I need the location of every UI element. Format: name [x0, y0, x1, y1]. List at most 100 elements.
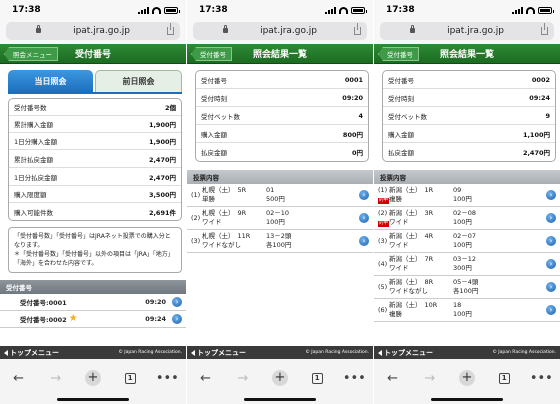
bet-row[interactable]: (4) 新潟（土） 7R ワイド 03－12 300円 ›	[374, 253, 560, 276]
bet-combination: 09	[453, 186, 462, 194]
summary-box: 受付番号数 2個 累計購入金額 1,900円 1日分購入金額 1,900円 累計払戻金…	[8, 98, 182, 221]
bet-row[interactable]: (5) 新潟（土） 8R ワイドながし 05－4頭 各100円 ›	[374, 276, 560, 299]
bet-index: (1)	[191, 190, 201, 199]
battery-icon	[351, 6, 367, 14]
status-icons	[325, 6, 367, 14]
tabs-button[interactable]: 1	[308, 369, 326, 387]
chevron-right-icon[interactable]: ›	[546, 305, 556, 315]
new-tab-button[interactable]: +	[458, 369, 476, 387]
bet-race-line: 新潟（土） 7R	[389, 255, 453, 264]
back-arrow-icon[interactable]: ←	[384, 369, 402, 387]
tab-count: 1	[498, 372, 510, 384]
bet-race-line: 札幌（土） 11R	[202, 232, 266, 241]
chevron-right-icon[interactable]: ›	[546, 259, 556, 269]
summary-value: 2,470円	[148, 173, 176, 182]
back-arrow-icon[interactable]: ←	[197, 369, 215, 387]
top-menu-link[interactable]: トップメニュー	[191, 348, 246, 358]
chevron-right-icon[interactable]: ›	[546, 190, 556, 200]
share-icon[interactable]	[167, 23, 174, 35]
address-bar[interactable]: ipat.jra.go.jp	[193, 22, 367, 40]
summary-row: 受付番号数 2個	[9, 99, 181, 116]
chevron-right-icon[interactable]: ›	[359, 236, 369, 246]
bet-row[interactable]: (2) 札幌（土） 9R ワイド 02－10 100円 ›	[187, 207, 373, 230]
chevron-right-icon[interactable]: ›	[172, 314, 182, 324]
summary-label: 購入金額	[201, 130, 227, 139]
receipt-row[interactable]: 受付番号:0001 09:20 ›	[0, 294, 186, 311]
summary-row: 受付時刻 09:24	[383, 89, 555, 107]
forward-arrow-icon[interactable]: →	[421, 369, 439, 387]
tabs-button[interactable]: 1	[121, 369, 139, 387]
browser-toolbar: ← → + 1 •••	[187, 359, 373, 404]
chevron-right-icon[interactable]: ›	[546, 282, 556, 292]
back-triangle-icon	[191, 349, 195, 356]
footer-bar: トップメニュー © Japan Racing Association.	[0, 346, 186, 359]
summary-label: 累計払戻金額	[14, 155, 53, 164]
summary-value: 2,691件	[148, 208, 176, 217]
top-menu-label: トップメニュー	[384, 348, 433, 357]
tabs-button[interactable]: 1	[495, 369, 513, 387]
bet-row[interactable]: (1) 的中 新潟（土） 1R 複勝 09 100円 ›	[374, 184, 560, 207]
bet-type: ワイド	[389, 218, 409, 226]
top-menu-link[interactable]: トップメニュー	[378, 348, 433, 358]
summary-row: 払戻金額 2,470円	[383, 143, 555, 161]
bet-race-line: 新潟（土） 3R	[389, 209, 453, 218]
top-menu-label: トップメニュー	[197, 348, 246, 357]
share-icon[interactable]	[541, 23, 548, 35]
more-icon[interactable]: •••	[530, 369, 553, 387]
bet-row[interactable]: (3) 新潟（土） 4R ワイド 02－07 100円 ›	[374, 230, 560, 253]
more-icon[interactable]: •••	[156, 369, 179, 387]
chevron-right-icon[interactable]: ›	[546, 213, 556, 223]
note-box: 「受付番号数」「受付番号」はJRAネット投票での購入分となります。 ＊「受付番号…	[8, 227, 182, 273]
summary-row: 受付ベット数 9	[383, 107, 555, 125]
bet-index: (4)	[378, 259, 388, 268]
bet-amount: 100円	[453, 310, 472, 318]
new-tab-button[interactable]: +	[84, 369, 102, 387]
bet-pick: 05－4頭 各100円	[453, 278, 544, 296]
footer-bar: トップメニュー © Japan Racing Association.	[374, 346, 560, 359]
back-button[interactable]: 受付番号	[378, 47, 419, 61]
bet-row[interactable]: (6) 新潟（土） 10R 複勝 18 100円 ›	[374, 299, 560, 322]
tab-previous-day[interactable]: 前日照会	[95, 70, 182, 92]
bet-race-number: 8R	[424, 278, 434, 286]
new-tab-button[interactable]: +	[271, 369, 289, 387]
chevron-right-icon[interactable]: ›	[546, 236, 556, 246]
summary-row: 受付時刻 09:20	[196, 89, 368, 107]
share-icon[interactable]	[354, 23, 361, 35]
receipt-row[interactable]: 受付番号:0002 ★ 09:24 ›	[0, 311, 186, 328]
forward-arrow-icon[interactable]: →	[47, 369, 65, 387]
summary-label: 1日分購入金額	[14, 138, 58, 146]
home-indicator	[57, 398, 129, 401]
win-badge: 的中	[378, 221, 389, 227]
forward-arrow-icon[interactable]: →	[234, 369, 252, 387]
back-button[interactable]: 照会メニュー	[4, 47, 58, 61]
bet-race: 新潟（土） 8R ワイドながし	[389, 278, 453, 296]
copyright: © Japan Racing Association.	[305, 350, 369, 355]
chevron-right-icon[interactable]: ›	[172, 297, 182, 307]
chevron-right-icon[interactable]: ›	[359, 190, 369, 200]
bet-row[interactable]: (2) 的中 新潟（土） 3R ワイド 02－08 100円 ›	[374, 207, 560, 230]
bet-pick: 09 100円	[453, 186, 544, 204]
summary-row: 受付ベット数 4	[196, 107, 368, 125]
bet-race: 新潟（土） 1R 複勝	[389, 186, 453, 204]
back-button[interactable]: 受付番号	[191, 47, 232, 61]
url-text: ipat.jra.go.jp	[260, 26, 317, 36]
more-icon[interactable]: •••	[343, 369, 366, 387]
inquiry-tabs: 当日照会 前日照会	[0, 64, 186, 92]
summary-label: 購入可能件数	[14, 208, 53, 217]
back-arrow-icon[interactable]: ←	[10, 369, 28, 387]
bet-race: 新潟（土） 10R 複勝	[389, 301, 453, 319]
bet-row[interactable]: (3) 札幌（土） 11R ワイドながし 13－2頭 各100円 ›	[187, 230, 373, 253]
summary-row: 購入限度額 3,500円	[9, 186, 181, 203]
chevron-right-icon[interactable]: ›	[359, 213, 369, 223]
bet-pick: 03－12 300円	[453, 255, 544, 273]
tab-today[interactable]: 当日照会	[8, 70, 93, 92]
address-bar[interactable]: ipat.jra.go.jp	[380, 22, 554, 40]
address-bar[interactable]: ipat.jra.go.jp	[6, 22, 180, 40]
wifi-icon	[526, 6, 535, 14]
bet-amount: 100円	[453, 241, 472, 249]
bet-row[interactable]: (1) 札幌（土） 5R 単勝 01 500円 ›	[187, 184, 373, 207]
bet-race-number: 5R	[237, 186, 247, 194]
top-menu-link[interactable]: トップメニュー	[4, 348, 59, 358]
screen-inquiry-result-0002: 17:38 ipat.jra.go.jp 受付番号 照会結果一覧 受付番号 000…	[374, 0, 560, 404]
bet-course: 新潟（土）	[389, 301, 422, 309]
